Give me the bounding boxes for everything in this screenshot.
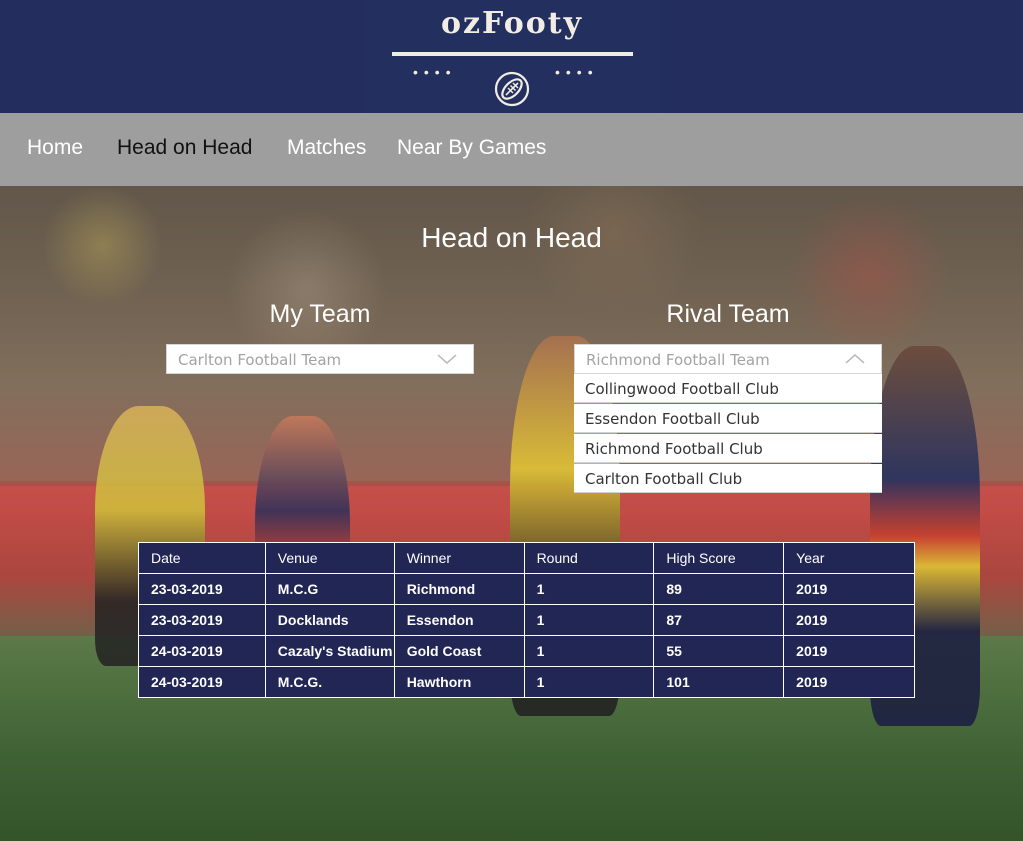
cell-year: 2019 [783,666,915,698]
cell-round: 1 [523,635,655,667]
logo-title: ozFooty [440,6,583,41]
column-header: Winner [393,542,525,574]
nav-matches[interactable]: Matches [287,136,366,160]
logo-dots-left: •••• [413,64,457,80]
logo-divider [392,52,633,56]
cell-round: 1 [523,604,655,636]
cell-round: 1 [523,666,655,698]
site-header: ozFooty •••• •••• [0,0,1023,113]
results-table: Date Venue Winner Round High Score Year … [138,542,915,698]
table-row: 24-03-2019 M.C.G. Hawthorn 1 101 2019 [138,666,915,698]
cell-winner: Gold Coast [393,635,525,667]
cell-high-score: 87 [653,604,785,636]
dropdown-option[interactable]: Essendon Football Club [574,404,882,433]
chevron-up-icon [845,353,865,364]
cell-high-score: 55 [653,635,785,667]
rival-team-select[interactable]: Richmond Football Team [574,344,882,374]
page-title: Head on Head [421,222,602,253]
dropdown-option[interactable]: Richmond Football Club [574,434,882,463]
cell-year: 2019 [783,573,915,605]
my-team-select[interactable]: Carlton Football Team [166,344,474,374]
cell-winner: Richmond [393,573,525,605]
cell-venue: M.C.G. [264,666,395,698]
logo-dots-right: •••• [555,64,599,80]
cell-venue: Cazaly's Stadium [264,635,395,667]
table-row: 23-03-2019 Docklands Essendon 1 87 2019 [138,604,915,636]
column-header: High Score [653,542,785,574]
table-header-row: Date Venue Winner Round High Score Year [138,542,915,574]
column-header: Round [523,542,655,574]
cell-venue: Docklands [264,604,395,636]
rival-team-label: Rival Team [666,300,790,328]
chevron-down-icon [437,354,457,365]
cell-high-score: 101 [653,666,785,698]
rival-team-selected-value: Richmond Football Team [586,351,770,369]
cell-venue: M.C.G [264,573,395,605]
hero-background-image [0,186,1023,841]
column-header: Year [783,542,915,574]
cell-date: 23-03-2019 [138,573,266,605]
nav-near-by-games[interactable]: Near By Games [397,136,546,160]
cell-round: 1 [523,573,655,605]
nav-home[interactable]: Home [27,136,83,160]
table-row: 24-03-2019 Cazaly's Stadium Gold Coast 1… [138,635,915,667]
cell-winner: Essendon [393,604,525,636]
cell-date: 23-03-2019 [138,604,266,636]
rival-team-dropdown-menu: Collingwood Football Club Essendon Footb… [574,374,882,493]
my-team-selected-value: Carlton Football Team [178,351,342,369]
nav-head-on-head[interactable]: Head on Head [117,136,252,160]
dropdown-option[interactable]: Carlton Football Club [574,464,882,493]
football-icon [494,71,530,107]
my-team-label: My Team [269,300,371,328]
cell-winner: Hawthorn [393,666,525,698]
cell-year: 2019 [783,635,915,667]
cell-high-score: 89 [653,573,785,605]
main-nav: Home Head on Head Matches Near By Games [0,113,1023,186]
logo[interactable]: ozFooty •••• •••• [363,0,661,113]
dropdown-option[interactable]: Collingwood Football Club [574,374,882,403]
cell-date: 24-03-2019 [138,666,266,698]
table-row: 23-03-2019 M.C.G Richmond 1 89 2019 [138,573,915,605]
column-header: Date [138,542,266,574]
cell-year: 2019 [783,604,915,636]
cell-date: 24-03-2019 [138,635,266,667]
column-header: Venue [264,542,395,574]
